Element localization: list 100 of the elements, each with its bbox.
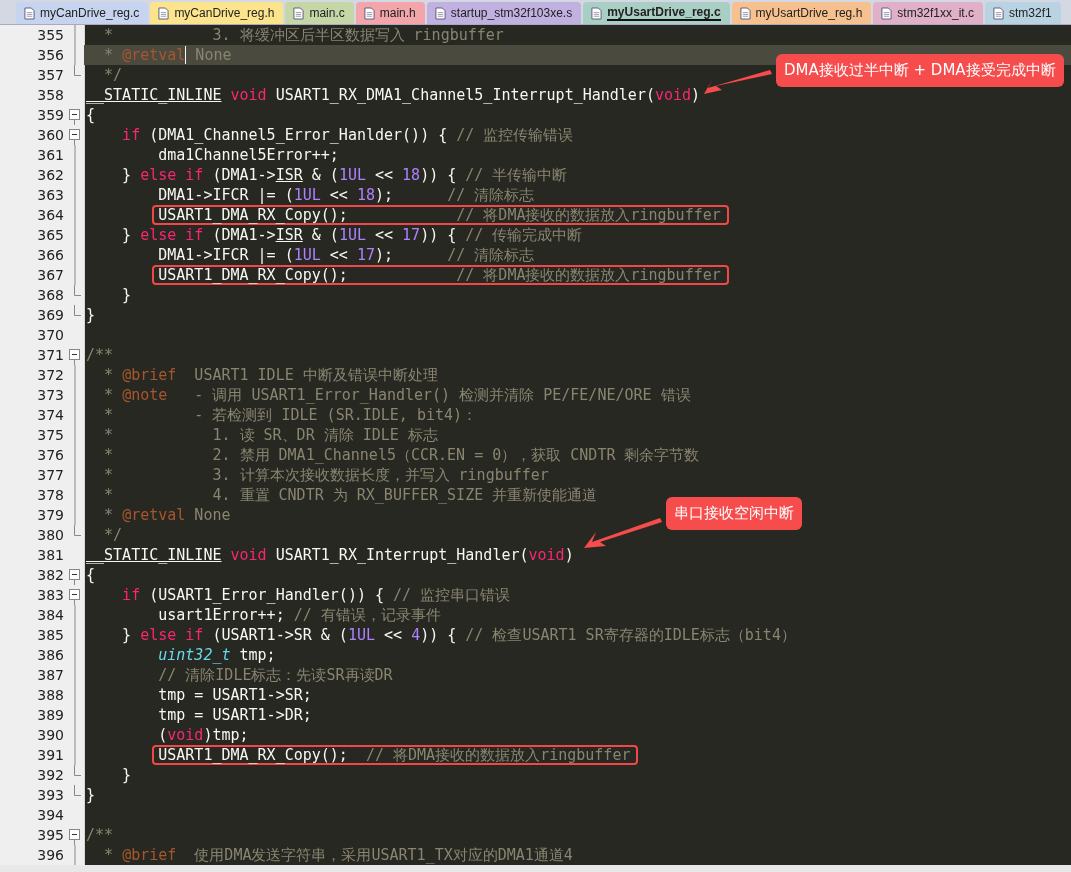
code-line: (void)tmp; (157, 725, 249, 745)
file-icon (293, 6, 305, 20)
line-number: 376 (36, 446, 65, 465)
code-line: dma1Channel5Error++; (157, 145, 339, 165)
code-line: * 2. 禁用 DMA1_Channel5（CCR.EN = 0），获取 CNDTR 剩余字节数 (103, 445, 700, 465)
line-number: 394 (36, 806, 65, 825)
fold-guide (73, 845, 76, 865)
file-tab[interactable]: stm32f1 (985, 2, 1061, 24)
file-icon (591, 6, 603, 20)
line-number: 389 (36, 706, 65, 725)
code-line: } (121, 285, 132, 305)
line-number: 387 (36, 666, 65, 685)
code-line: if (USART1_Error_Handler()) { // 监控串口错误 (121, 585, 511, 605)
code-line: * @brief USART1 IDLE 中断及错误中断处理 (103, 365, 438, 385)
file-tab[interactable]: myUsartDrive_reg.c (583, 2, 730, 24)
file-icon (881, 6, 893, 20)
line-number: 367 (36, 266, 65, 285)
file-icon (739, 6, 751, 20)
code-line: * @note - 调用 USART1_Error_Handler() 检测并清除 PE/FE/NE/ORE 错误 (103, 385, 691, 405)
code-line: * 4. 重置 CNDTR 为 RX_BUFFER_SIZE 并重新使能通道 (103, 485, 598, 505)
code-line: uint32_t tmp; (157, 645, 276, 665)
line-number: 384 (36, 606, 65, 625)
line-number: 372 (36, 366, 65, 385)
code-line: */ (103, 65, 123, 85)
file-tab[interactable]: startup_stm32f103xe.s (426, 2, 582, 24)
line-number: 381 (36, 546, 65, 565)
file-icon (158, 6, 170, 20)
code-line: __STATIC_INLINE void USART1_RX_Interrupt_Handler(void) (85, 545, 574, 565)
highlight-box: USART1_DMA_RX_Copy(); // 将DMA接收的数据放入ringbuffer (152, 205, 729, 225)
fold-end-guide (74, 785, 81, 796)
line-number: 365 (36, 226, 65, 245)
line-number: 379 (36, 506, 65, 525)
file-tab[interactable]: myUsartDrive_reg.h (731, 2, 872, 24)
line-number: 390 (36, 726, 65, 745)
line-number: 373 (36, 386, 65, 405)
highlight-box: USART1_DMA_RX_Copy(); // 将DMA接收的数据放入ringbuffer (152, 745, 639, 765)
line-number: 382 (36, 566, 65, 585)
line-number: 386 (36, 646, 65, 665)
line-number: 391 (36, 746, 65, 765)
file-tab[interactable]: main.h (355, 2, 425, 24)
code-line: tmp = USART1->DR; (157, 705, 312, 725)
code-line: */ (103, 525, 123, 545)
line-number: 363 (36, 186, 65, 205)
file-icon (363, 6, 375, 20)
code-line: } else if (USART1->SR & (1UL << 4)) { // 检查USART1 SR寄存器的IDLE标志（bit4） (121, 625, 796, 645)
code-line: /** (85, 345, 114, 365)
line-number: 388 (36, 686, 65, 705)
fold-end-guide (74, 765, 81, 776)
code-line: } (121, 765, 132, 785)
code-line: } else if (DMA1->ISR & (1UL << 17)) { // 传输完成中断 (121, 225, 583, 245)
code-line: // 清除IDLE标志：先读SR再读DR (157, 665, 393, 685)
code-line: * 1. 读 SR、DR 清除 IDLE 标志 (103, 425, 438, 445)
line-number: 396 (36, 846, 65, 865)
line-number: 357 (36, 66, 65, 85)
line-number: 380 (36, 526, 65, 545)
code-line: * - 若检测到 IDLE (SR.IDLE, bit4)： (103, 405, 478, 425)
file-tab[interactable]: myCanDrive_reg.h (150, 2, 284, 24)
line-number: 392 (36, 766, 65, 785)
fold-end-guide (74, 65, 81, 76)
code-line: __STATIC_INLINE void USART1_RX_DMA1_Channel5_Interrupt_Handler(void) (85, 85, 701, 105)
line-number: 364 (36, 206, 65, 225)
line-number: 361 (36, 146, 65, 165)
code-line: } else if (DMA1->ISR & (1UL << 18)) { // 半传输中断 (121, 165, 568, 185)
file-tab[interactable]: stm32f1xx_it.c (873, 2, 983, 24)
line-number: 395 (36, 826, 65, 845)
code-line: } (85, 305, 96, 325)
line-number: 375 (36, 426, 65, 445)
code-line: usart1Error++; // 有错误，记录事件 (157, 605, 441, 625)
file-icon (24, 6, 35, 20)
file-icon (434, 6, 446, 20)
code-line: } (85, 785, 96, 805)
line-number: 393 (36, 786, 65, 805)
code-line: * 3. 将缓冲区后半区数据写入 ringbuffer (103, 25, 504, 45)
fold-end-guide (74, 525, 81, 536)
line-number: 355 (36, 26, 65, 45)
code-line: DMA1->IFCR |= (1UL << 18); // 清除标志 (157, 185, 535, 205)
fold-end-guide (74, 305, 81, 316)
line-number: 368 (36, 286, 65, 305)
line-number: 371 (36, 346, 65, 365)
line-number: 362 (36, 166, 65, 185)
horizontal-scrollbar[interactable] (0, 865, 1071, 872)
line-number: 383 (36, 586, 65, 605)
line-number: 378 (36, 486, 65, 505)
line-number: 374 (36, 406, 65, 425)
line-number: 370 (36, 326, 65, 345)
line-number: 359 (36, 106, 65, 125)
code-line: * @retval None (103, 505, 231, 525)
file-tab[interactable]: main.c (285, 2, 354, 24)
code-line: if (DMA1_Channel5_Error_Hanlder()) { // 监控传输错误 (121, 125, 574, 145)
code-line: * @retval None (103, 45, 232, 65)
code-line: * 3. 计算本次接收数据长度，并写入 ringbuffer (103, 465, 549, 485)
line-number: 385 (36, 626, 65, 645)
callout-label: 串口接收空闲中断 (666, 497, 802, 530)
callout-label: DMA接收过半中断 + DMA接受完成中断 (776, 54, 1064, 87)
file-tab[interactable]: myCanDrive_reg.c (16, 2, 149, 24)
line-number: 369 (36, 306, 65, 325)
code-line: DMA1->IFCR |= (1UL << 17); // 清除标志 (157, 245, 535, 265)
code-line: /** (85, 825, 114, 845)
code-line: { (85, 565, 96, 585)
code-line: * @brief 使用DMA发送字符串，采用USART1_TX对应的DMA1通道4 (103, 845, 573, 865)
